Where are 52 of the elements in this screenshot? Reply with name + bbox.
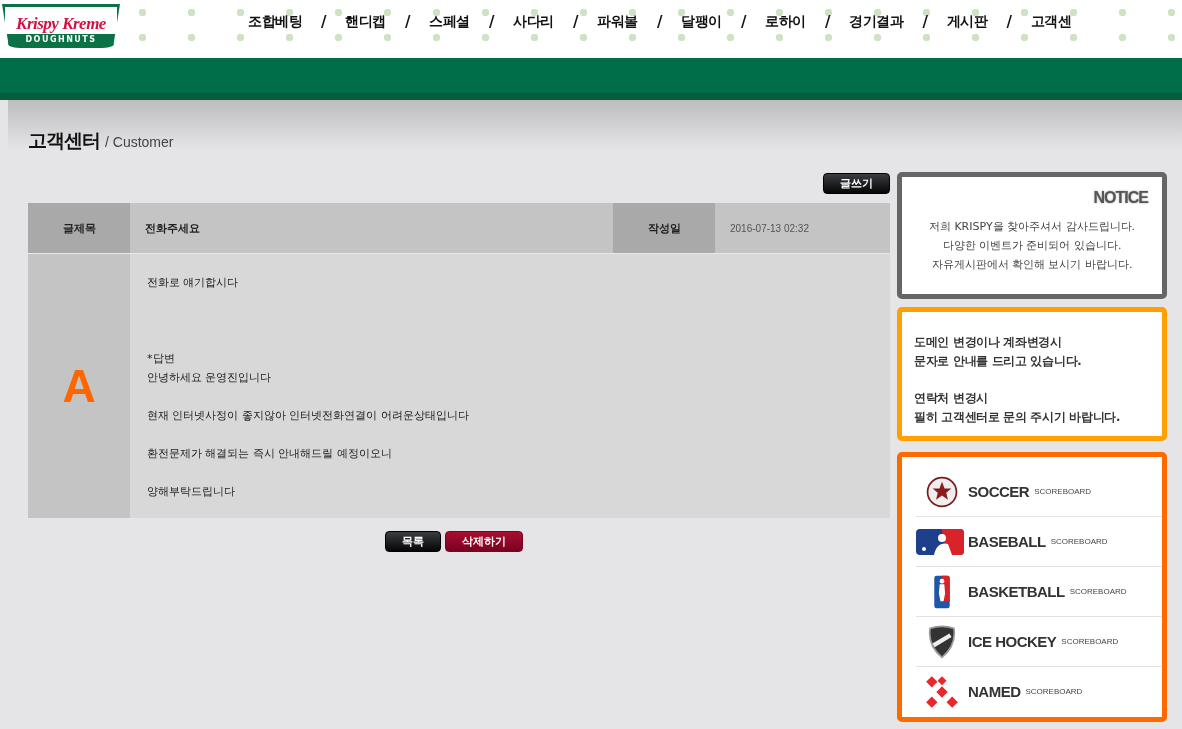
post-title: 전화주세요 bbox=[144, 220, 201, 237]
nav-link[interactable]: 파워볼 bbox=[597, 13, 638, 31]
notice-heading: NOTICE bbox=[1092, 189, 1148, 207]
body-text: 환전문제가 해결되는 즉시 안내해드릴 예정이오니 bbox=[147, 446, 393, 462]
write-button[interactable]: 글쓰기 bbox=[823, 173, 890, 194]
scoreboard-link[interactable]: BASEBALL SCOREBOARD bbox=[916, 517, 1162, 567]
body-text: 안녕하세요 운영진입니다 bbox=[147, 370, 273, 386]
nav-separator: / bbox=[740, 13, 747, 31]
nav-link[interactable]: 조합베팅 bbox=[248, 13, 302, 31]
info-text: 연락처 변경시 bbox=[914, 390, 989, 407]
table-header-cell: 글제목 bbox=[28, 203, 130, 253]
delete-button[interactable]: 삭제하기 bbox=[445, 531, 523, 552]
notice-text: 다양한 이벤트가 준비되어 있습니다. bbox=[941, 238, 1123, 254]
nav-separator: / bbox=[656, 13, 663, 31]
nav-separator: / bbox=[488, 13, 495, 31]
nav-link[interactable]: 스페셜 bbox=[429, 13, 470, 31]
logo[interactable]: Krispy Kreme DOUGHNUTS bbox=[2, 4, 120, 48]
nav-separator: / bbox=[922, 13, 928, 31]
notice-text: 자유게시판에서 확인해 보시기 바랍니다. bbox=[930, 257, 1134, 273]
nav-link[interactable]: 로하이 bbox=[765, 13, 806, 31]
body-text: 양해부탁드립니다 bbox=[147, 484, 236, 500]
nav-link[interactable]: 사다리 bbox=[513, 13, 554, 31]
nav-separator: / bbox=[1006, 13, 1012, 31]
body-text: 전화로 얘기합시다 bbox=[147, 275, 240, 291]
scoreboard-link[interactable]: BASKETBALL SCOREBOARD bbox=[916, 567, 1162, 617]
table-header-cell: 작성일 bbox=[613, 203, 715, 253]
nav-separator: / bbox=[824, 13, 831, 31]
nav-link[interactable]: 달팽이 bbox=[681, 13, 722, 31]
logo-wordmark: Krispy Kreme bbox=[16, 14, 106, 34]
body-text: *답변 bbox=[147, 351, 176, 367]
scoreboard-link[interactable]: NAMED SCOREBOARD bbox=[916, 667, 1162, 716]
body-text: 현재 인터넷사정이 좋지않아 인터넷전화연결이 어려운상태입니다 bbox=[147, 408, 469, 424]
list-button[interactable]: 목록 bbox=[385, 531, 441, 552]
nav-link[interactable]: 핸디캡 bbox=[345, 13, 386, 31]
nav-separator: / bbox=[321, 13, 327, 31]
info-text: 필히 고객센터로 문의 주시기 바랍니다. bbox=[914, 409, 1122, 426]
nav-separator: / bbox=[405, 13, 411, 31]
nav-link[interactable]: 고객센 bbox=[1030, 13, 1072, 31]
info-text: 문자로 안내를 드리고 있습니다. bbox=[914, 353, 1083, 370]
scoreboard-link[interactable]: SOCCER SCOREBOARD bbox=[916, 467, 1162, 517]
answer-mark: A bbox=[28, 254, 130, 518]
page-title: 고객센터 bbox=[28, 128, 100, 153]
notice-text: 저희 KRISPY을 찾아주셔서 감사드립니다. bbox=[927, 219, 1137, 235]
page-subtitle: / Customer bbox=[105, 134, 174, 150]
nav-link[interactable]: 경기결과 bbox=[849, 13, 904, 31]
post-date: 2016-07-13 02:32 bbox=[729, 221, 810, 236]
logo-tagline: DOUGHNUTS bbox=[5, 34, 117, 45]
scoreboard-link[interactable]: ICE HOCKEY SCOREBOARD bbox=[916, 617, 1162, 667]
info-text: 도메인 변경이나 계좌변경시 bbox=[914, 334, 1063, 351]
baseball-logo-icon bbox=[916, 528, 964, 555]
nav-link[interactable]: 게시판 bbox=[946, 13, 988, 31]
nav-separator: / bbox=[572, 13, 579, 31]
